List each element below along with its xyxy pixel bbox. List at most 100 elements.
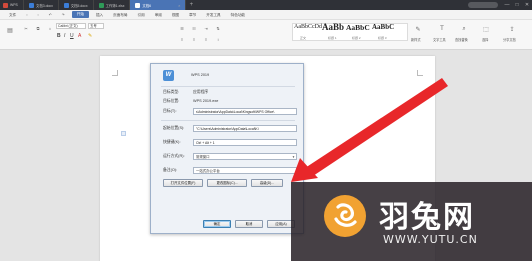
menu-review[interactable]: 审阅 <box>150 10 167 20</box>
user-account[interactable] <box>468 2 498 8</box>
menu-page-layout[interactable]: 页面布局 <box>108 10 132 20</box>
comment-field[interactable]: 一站式办公平台 <box>193 167 297 174</box>
new-tab-button[interactable]: + <box>186 0 196 10</box>
rabbit-logo-icon <box>324 195 366 237</box>
minimize-button[interactable]: — <box>502 2 512 8</box>
line-spacing-icon[interactable]: ↕ <box>212 33 224 45</box>
start-in-label: 起始位置(S): <box>163 126 185 130</box>
select-label: 选择 <box>482 38 489 42</box>
italic-button[interactable]: I <box>64 33 65 39</box>
select-icon[interactable]: ⬚ <box>480 23 492 35</box>
rabbit-logo-glyph <box>334 203 357 227</box>
menu-view[interactable]: 视图 <box>167 10 184 20</box>
format-painter-icon[interactable]: ⌂ <box>44 22 56 34</box>
ribbon-toolbar: ▤ ✂ ⧉ ⌂ Calibri (正文) 五号 B I U A ✎ ☰ ☷ ⇥ … <box>0 20 532 50</box>
paste-icon[interactable]: ▤ <box>4 24 16 36</box>
highlight-icon[interactable]: ✎ <box>88 33 92 39</box>
divider <box>161 120 295 121</box>
wps-app-icon: W <box>163 70 174 81</box>
tab-label: 工作簿1.xlsx <box>105 3 125 8</box>
target-field[interactable]: s\Administrator\AppData\Local\Kingsoft\W… <box>193 108 297 115</box>
menu-print-icon[interactable]: ▫ <box>32 10 43 20</box>
divider <box>161 86 295 87</box>
align-right-icon[interactable]: ≡ <box>200 33 212 45</box>
wps-logo-icon <box>3 2 8 8</box>
target-location-value: WPS 2019.exe <box>193 99 219 103</box>
ribbon-menu: 文件 ▫ ▫ ↶ ↷ 开始 插入 页面布局 引用 审阅 视图 章节 开发工具 特… <box>0 10 532 20</box>
margin-corner-mark <box>417 70 423 76</box>
cancel-button[interactable]: 取消 <box>235 220 263 228</box>
tab-document-5[interactable]: 文档5.docx <box>59 0 94 10</box>
document-icon <box>63 2 69 8</box>
menu-sections[interactable]: 章节 <box>184 10 201 20</box>
font-color-icon[interactable]: A <box>78 33 81 39</box>
paragraph-marker-icon <box>121 131 126 136</box>
tab-workbook-1[interactable]: 工作簿1.xlsx <box>94 0 131 10</box>
chevron-down-icon: ▼ <box>292 155 295 159</box>
menu-features[interactable]: 特色功能 <box>226 10 250 20</box>
style-heading3-name: 标题 3 <box>378 36 387 40</box>
tab-label: WPS <box>10 3 18 7</box>
watermark-url: WWW.YUTU.CN <box>383 233 478 246</box>
tab-wps-home[interactable]: WPS <box>0 0 24 10</box>
bold-button[interactable]: B <box>57 33 61 39</box>
menu-save-icon[interactable]: ▫ <box>21 10 32 20</box>
menu-file[interactable]: 文件 <box>4 10 21 20</box>
ok-button[interactable]: 确定 <box>203 220 231 228</box>
spreadsheet-icon <box>98 2 104 8</box>
shortcut-name: WPS 2019 <box>191 73 210 77</box>
document-icon <box>29 2 34 8</box>
find-replace-icon[interactable]: ⌕ <box>458 23 470 35</box>
style-heading1-sample[interactable]: AaBb <box>322 22 344 32</box>
start-in-field[interactable]: "C:\Users\Administrator\AppData\Local\Ki <box>193 125 297 132</box>
style-normal-name: 正文 <box>300 36 307 40</box>
menu-developer[interactable]: 开发工具 <box>201 10 225 20</box>
tab-document-6[interactable]: 文档6 × <box>130 0 187 10</box>
run-mode-select[interactable]: 常规窗口 ▼ <box>193 153 297 160</box>
tab-label: 文档5.docx <box>70 3 88 8</box>
style-heading2-sample[interactable]: AaBbC <box>346 23 370 32</box>
tab-document-3[interactable]: 文档3.docx <box>24 0 59 10</box>
menu-home[interactable]: 开始 <box>71 11 89 18</box>
menu-redo-icon[interactable]: ↷ <box>57 10 70 20</box>
document-icon <box>135 2 141 8</box>
new-style-label: 新样式 <box>411 38 421 42</box>
menu-references[interactable]: 引用 <box>133 10 150 20</box>
text-tools-icon[interactable]: T <box>436 23 448 35</box>
run-mode-value: 常规窗口 <box>196 155 210 159</box>
underline-button[interactable]: U <box>70 33 74 39</box>
shortcut-properties-dialog: W WPS 2019 目标类型: 应用程序 目标位置: WPS 2019.exe… <box>150 63 304 234</box>
style-normal-sample[interactable]: AaBbCcDd <box>294 24 322 30</box>
title-bar: WPS 文档3.docx 文档5.docx 工作簿1.xlsx 文档6 × + … <box>0 0 532 10</box>
menu-undo-icon[interactable]: ↶ <box>44 10 57 20</box>
style-heading2-name: 标题 2 <box>352 36 361 40</box>
target-label: 目标(T): <box>163 109 177 113</box>
font-size-select[interactable]: 五号 <box>88 23 104 29</box>
target-location-label: 目标位置: <box>163 99 180 103</box>
share-icon[interactable]: ⇪ <box>506 23 518 35</box>
maximize-button[interactable]: □ <box>512 2 522 8</box>
share-label: 分享文档 <box>503 38 516 42</box>
menu-insert[interactable]: 插入 <box>91 10 108 20</box>
new-style-icon[interactable]: ✎ <box>412 23 424 35</box>
style-heading3-sample[interactable]: AaBbC <box>372 23 394 31</box>
text-tools-label: 文字工具 <box>433 38 446 42</box>
style-heading1-name: 标题 1 <box>328 36 337 40</box>
comment-label: 备注(O): <box>163 168 178 172</box>
run-mode-label: 运行方式(R): <box>163 154 185 158</box>
change-icon-button[interactable]: 更改图标(C)... <box>207 179 247 187</box>
hotkey-field[interactable]: Ctrl + Alt + 1 <box>193 139 297 146</box>
align-left-icon[interactable]: ≡ <box>176 33 188 45</box>
cut-icon[interactable]: ✂ <box>20 22 32 34</box>
watermark-site-name: 羽兔网 <box>379 200 475 235</box>
copy-icon[interactable]: ⧉ <box>32 22 44 34</box>
align-center-icon[interactable]: ≡ <box>188 33 200 45</box>
target-type-value: 应用程序 <box>193 90 209 94</box>
close-window-button[interactable]: ✕ <box>522 2 532 8</box>
tab-label: 文档6 <box>142 3 152 8</box>
font-family-select[interactable]: Calibri (正文) <box>56 23 86 29</box>
advanced-button[interactable]: 高级(D)... <box>251 179 283 187</box>
close-icon[interactable]: × <box>178 3 180 8</box>
open-file-location-button[interactable]: 打开文件位置(F) <box>163 179 203 187</box>
margin-corner-mark <box>112 70 118 76</box>
